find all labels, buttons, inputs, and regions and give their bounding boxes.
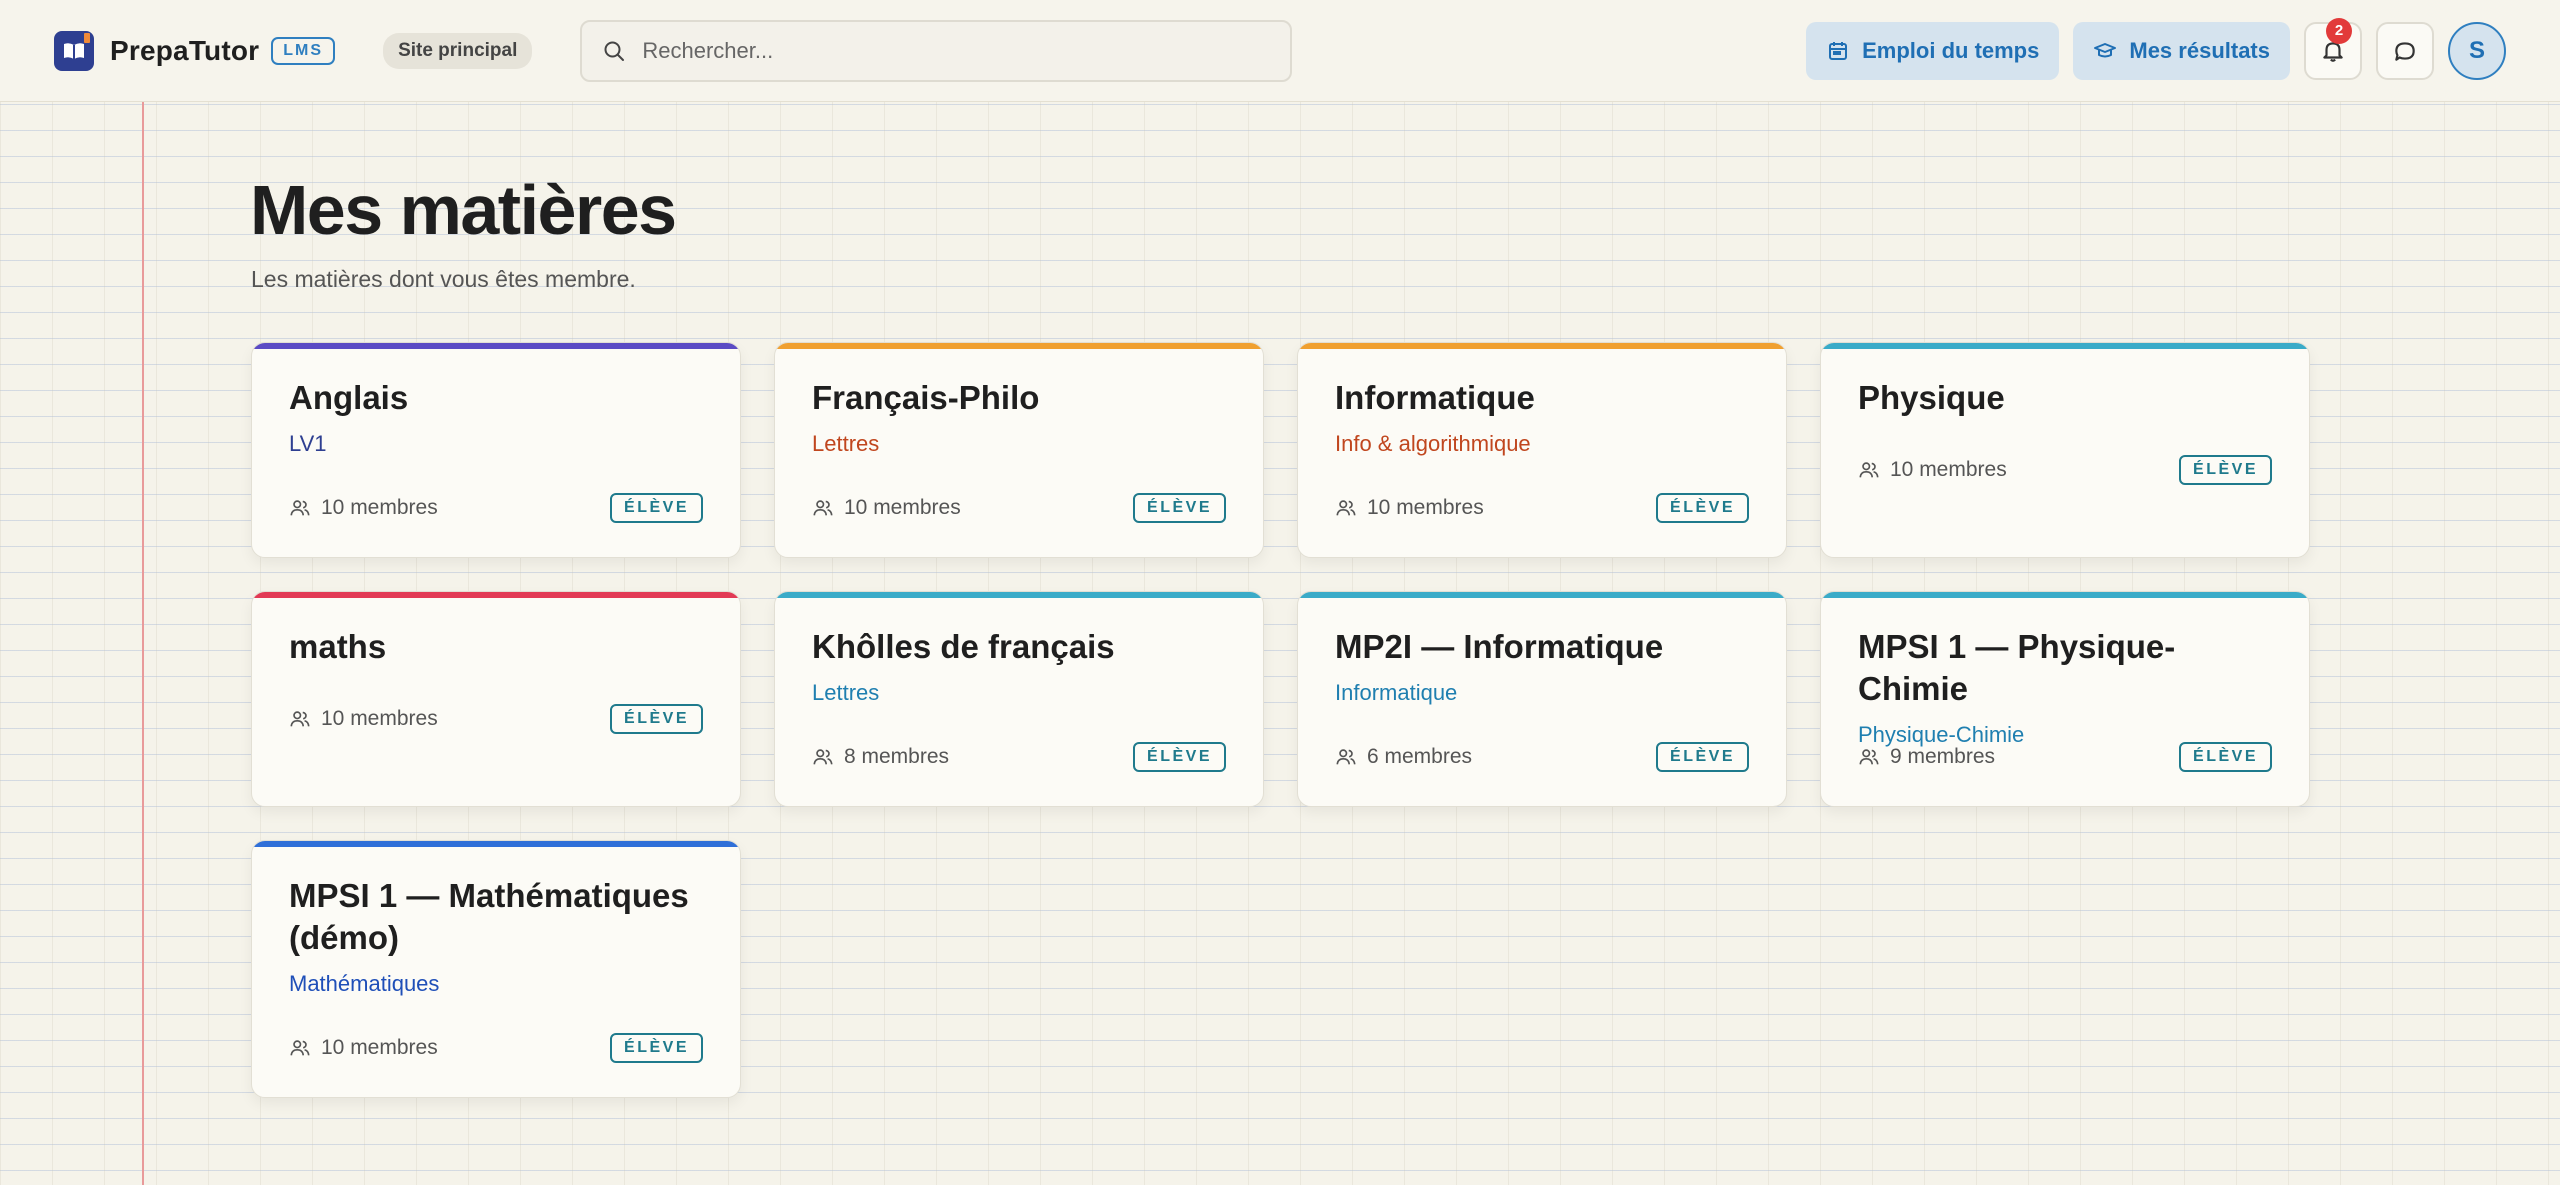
- members-icon: [1336, 749, 1356, 765]
- course-footer: 10 membres ÉLÈVE: [1858, 455, 2272, 485]
- course-name: Informatique: [1335, 379, 1535, 416]
- members-icon: [813, 500, 833, 516]
- chat-icon: [2395, 41, 2415, 61]
- search-icon: [604, 41, 625, 61]
- schedule-label: Emploi du temps: [1862, 37, 2040, 63]
- course-accent-bar: [775, 592, 1263, 598]
- notebook-margin-line: [142, 102, 144, 1185]
- course-card[interactable]: Informatique Info & algorithmique 10 membr…: [1297, 342, 1787, 558]
- graduation-cap-icon: [2094, 42, 2117, 57]
- member-count: 10 membres: [1890, 458, 2007, 481]
- course-name: maths: [289, 628, 387, 665]
- search-input[interactable]: [642, 37, 1243, 64]
- course-name: MPSI 1 — Mathématiques (démo): [289, 877, 689, 956]
- course-card[interactable]: MPSI 1 — Mathématiques (démo) Mathématiqu…: [251, 840, 741, 1098]
- members-icon: [290, 1040, 310, 1056]
- user-avatar[interactable]: S: [2448, 21, 2506, 80]
- course-card[interactable]: MPSI 1 — Physique-Chimie Physique-Chimie 9…: [1820, 591, 2310, 807]
- members-icon: [290, 711, 310, 727]
- site-chip[interactable]: Site principal: [383, 32, 533, 69]
- messages-button[interactable]: [2376, 21, 2434, 80]
- page-subtitle: Les matières dont vous êtes membre.: [251, 266, 636, 292]
- member-count: 9 membres: [1890, 745, 1996, 768]
- course-name: Anglais: [289, 379, 409, 416]
- role-badge: ÉLÈVE: [1656, 493, 1749, 523]
- results-label: Mes résultats: [2129, 37, 2270, 63]
- member-count: 10 membres: [321, 1036, 438, 1059]
- schedule-button[interactable]: Emploi du temps: [1806, 21, 2060, 80]
- course-accent-bar: [252, 841, 740, 847]
- course-category[interactable]: Lettres: [812, 431, 1226, 457]
- course-name: Physique: [1858, 379, 2005, 416]
- course-category[interactable]: Lettres: [812, 680, 1226, 706]
- member-count: 10 membres: [321, 496, 438, 519]
- member-count: 10 membres: [1367, 496, 1484, 519]
- members-icon: [1336, 500, 1356, 516]
- members-icon: [1859, 749, 1879, 765]
- course-category[interactable]: LV1: [289, 431, 703, 457]
- role-badge: ÉLÈVE: [610, 493, 703, 523]
- page-title: Mes matières: [250, 171, 677, 249]
- logo-icon[interactable]: [54, 30, 94, 71]
- course-accent-bar: [1821, 592, 2309, 598]
- course-card[interactable]: Français-Philo Lettres 10 membres ÉLÈVE: [774, 342, 1264, 558]
- course-category[interactable]: Info & algorithmique: [1335, 431, 1749, 457]
- course-footer: 10 membres ÉLÈVE: [1335, 493, 1749, 523]
- members-icon: [290, 500, 310, 516]
- course-name: Français-Philo: [812, 379, 1040, 416]
- member-count: 10 membres: [321, 707, 438, 730]
- course-name: Khôlles de français: [812, 628, 1115, 665]
- course-footer: 10 membres ÉLÈVE: [289, 1033, 703, 1063]
- course-accent-bar: [1821, 343, 2309, 349]
- course-footer: 10 membres ÉLÈVE: [289, 704, 703, 734]
- member-count: 6 membres: [1367, 745, 1473, 768]
- course-accent-bar: [1298, 343, 1786, 349]
- role-badge: ÉLÈVE: [1133, 742, 1226, 772]
- course-name: MPSI 1 — Physique-Chimie: [1858, 628, 2176, 707]
- role-badge: ÉLÈVE: [1656, 742, 1749, 772]
- role-badge: ÉLÈVE: [610, 1033, 703, 1063]
- role-badge: ÉLÈVE: [610, 704, 703, 734]
- courses-grid: Anglais LV1 10 membres ÉLÈVE Français-Philo L…: [251, 342, 2310, 1098]
- members-icon: [1859, 462, 1879, 478]
- course-accent-bar: [775, 343, 1263, 349]
- notifications-button[interactable]: 2: [2304, 17, 2362, 80]
- course-name: MP2I — Informatique: [1335, 628, 1664, 665]
- member-count: 10 membres: [844, 496, 961, 519]
- course-card[interactable]: Khôlles de français Lettres 8 membres ÉLÈVE: [774, 591, 1264, 807]
- member-count: 8 membres: [844, 745, 950, 768]
- course-category[interactable]: Informatique: [1335, 680, 1749, 706]
- course-card[interactable]: MP2I — Informatique Informatique 6 membres…: [1297, 591, 1787, 807]
- course-card[interactable]: Anglais LV1 10 membres ÉLÈVE: [251, 342, 741, 558]
- search-bar[interactable]: [580, 19, 1293, 82]
- course-category[interactable]: Mathématiques: [289, 971, 703, 997]
- course-footer: 10 membres ÉLÈVE: [289, 493, 703, 523]
- brand-name[interactable]: PrepaTutor: [110, 35, 259, 67]
- role-badge: ÉLÈVE: [2179, 742, 2272, 772]
- course-accent-bar: [252, 343, 740, 349]
- course-footer: 6 membres ÉLÈVE: [1335, 742, 1749, 772]
- course-accent-bar: [252, 592, 740, 598]
- course-footer: 8 membres ÉLÈVE: [812, 742, 1226, 772]
- course-card[interactable]: maths 10 membres ÉLÈVE: [251, 591, 741, 807]
- course-footer: 10 membres ÉLÈVE: [812, 493, 1226, 523]
- course-footer: 9 membres ÉLÈVE: [1858, 742, 2272, 772]
- members-icon: [813, 749, 833, 765]
- calendar-icon: [1829, 41, 1848, 60]
- course-accent-bar: [1298, 592, 1786, 598]
- top-bar: PrepaTutor LMS Site principal Emploi du …: [0, 0, 2560, 102]
- role-badge: ÉLÈVE: [1133, 493, 1226, 523]
- course-card[interactable]: Physique 10 membres ÉLÈVE: [1820, 342, 2310, 558]
- notification-badge: 2: [2326, 17, 2352, 44]
- lms-badge: LMS: [271, 36, 336, 65]
- results-button[interactable]: Mes résultats: [2073, 21, 2290, 80]
- role-badge: ÉLÈVE: [2179, 455, 2272, 485]
